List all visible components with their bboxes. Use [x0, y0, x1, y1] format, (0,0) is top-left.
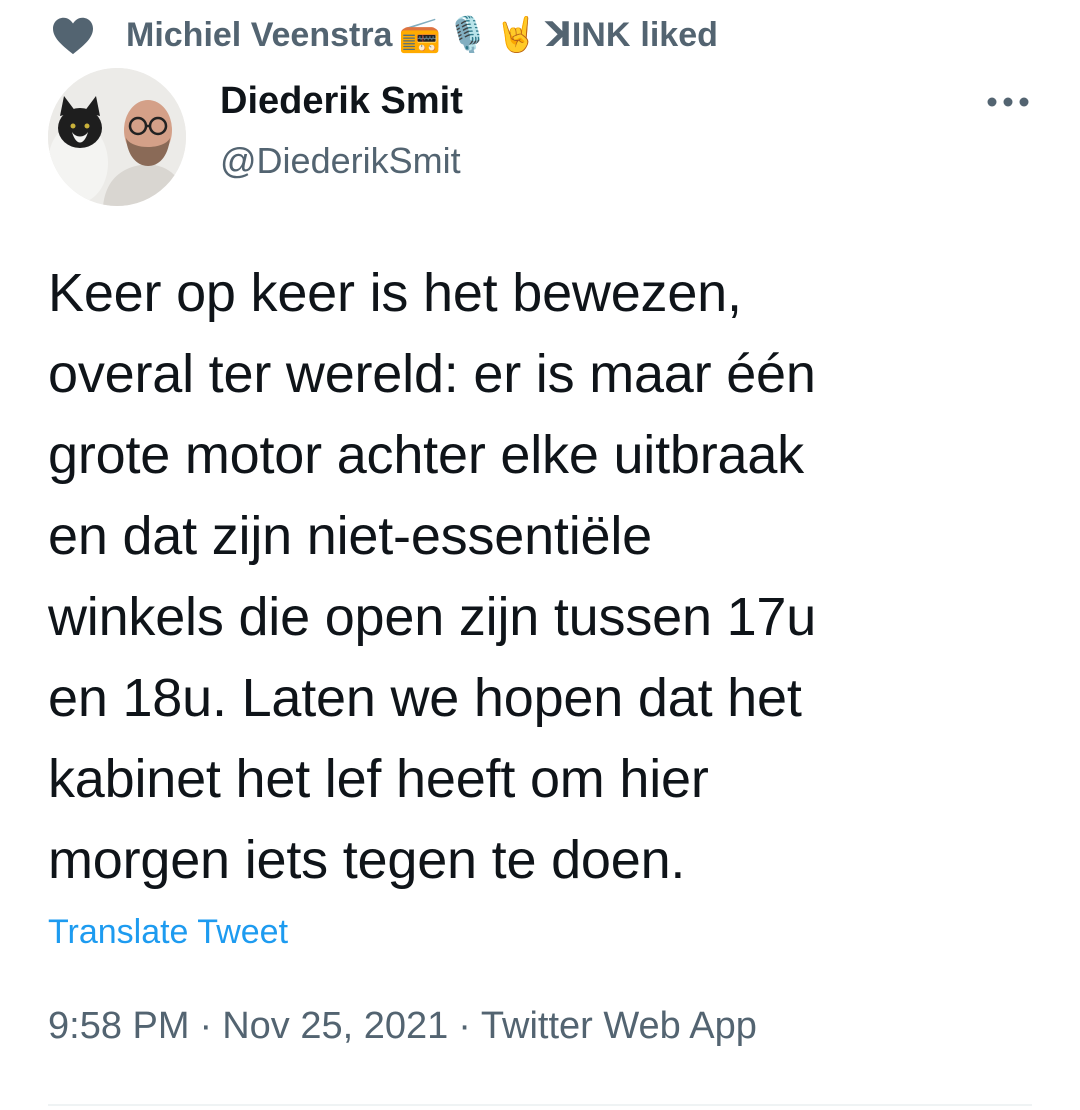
microphone-emoji: 🎙️ [446, 15, 490, 55]
author-handle[interactable]: @DiederikSmit [220, 140, 461, 182]
social-context: Michiel Veenstra 📻 🎙️ 🤘 ꓘINK liked [50, 10, 718, 60]
rock-hand-emoji: 🤘 [495, 15, 538, 55]
tweet-time[interactable]: 9:58 PM [48, 1005, 190, 1047]
avatar[interactable] [48, 68, 186, 206]
tweet-source[interactable]: Twitter Web App [481, 1005, 757, 1047]
author-name[interactable]: Diederik Smit [220, 80, 463, 123]
radio-emoji: 📻 [398, 15, 441, 55]
more-icon [986, 95, 1030, 113]
tweet-text: Keer op keer is het bewezen, overal ter … [48, 263, 817, 890]
liked-suffix: liked [640, 15, 718, 54]
separator: · [458, 1005, 471, 1047]
other-liker-name[interactable]: ꓘINK [546, 15, 631, 55]
tweet-metadata: 9:58 PM · Nov 25, 2021 · Twitter Web App [48, 1005, 757, 1048]
separator: · [199, 1005, 213, 1047]
translate-tweet-link[interactable]: Translate Tweet [48, 913, 288, 952]
tweet-date[interactable]: Nov 25, 2021 [222, 1005, 448, 1047]
liker-name[interactable]: Michiel Veenstra [126, 16, 392, 55]
divider [48, 1104, 1032, 1106]
heart-icon [50, 12, 96, 58]
more-button[interactable] [978, 82, 1038, 126]
